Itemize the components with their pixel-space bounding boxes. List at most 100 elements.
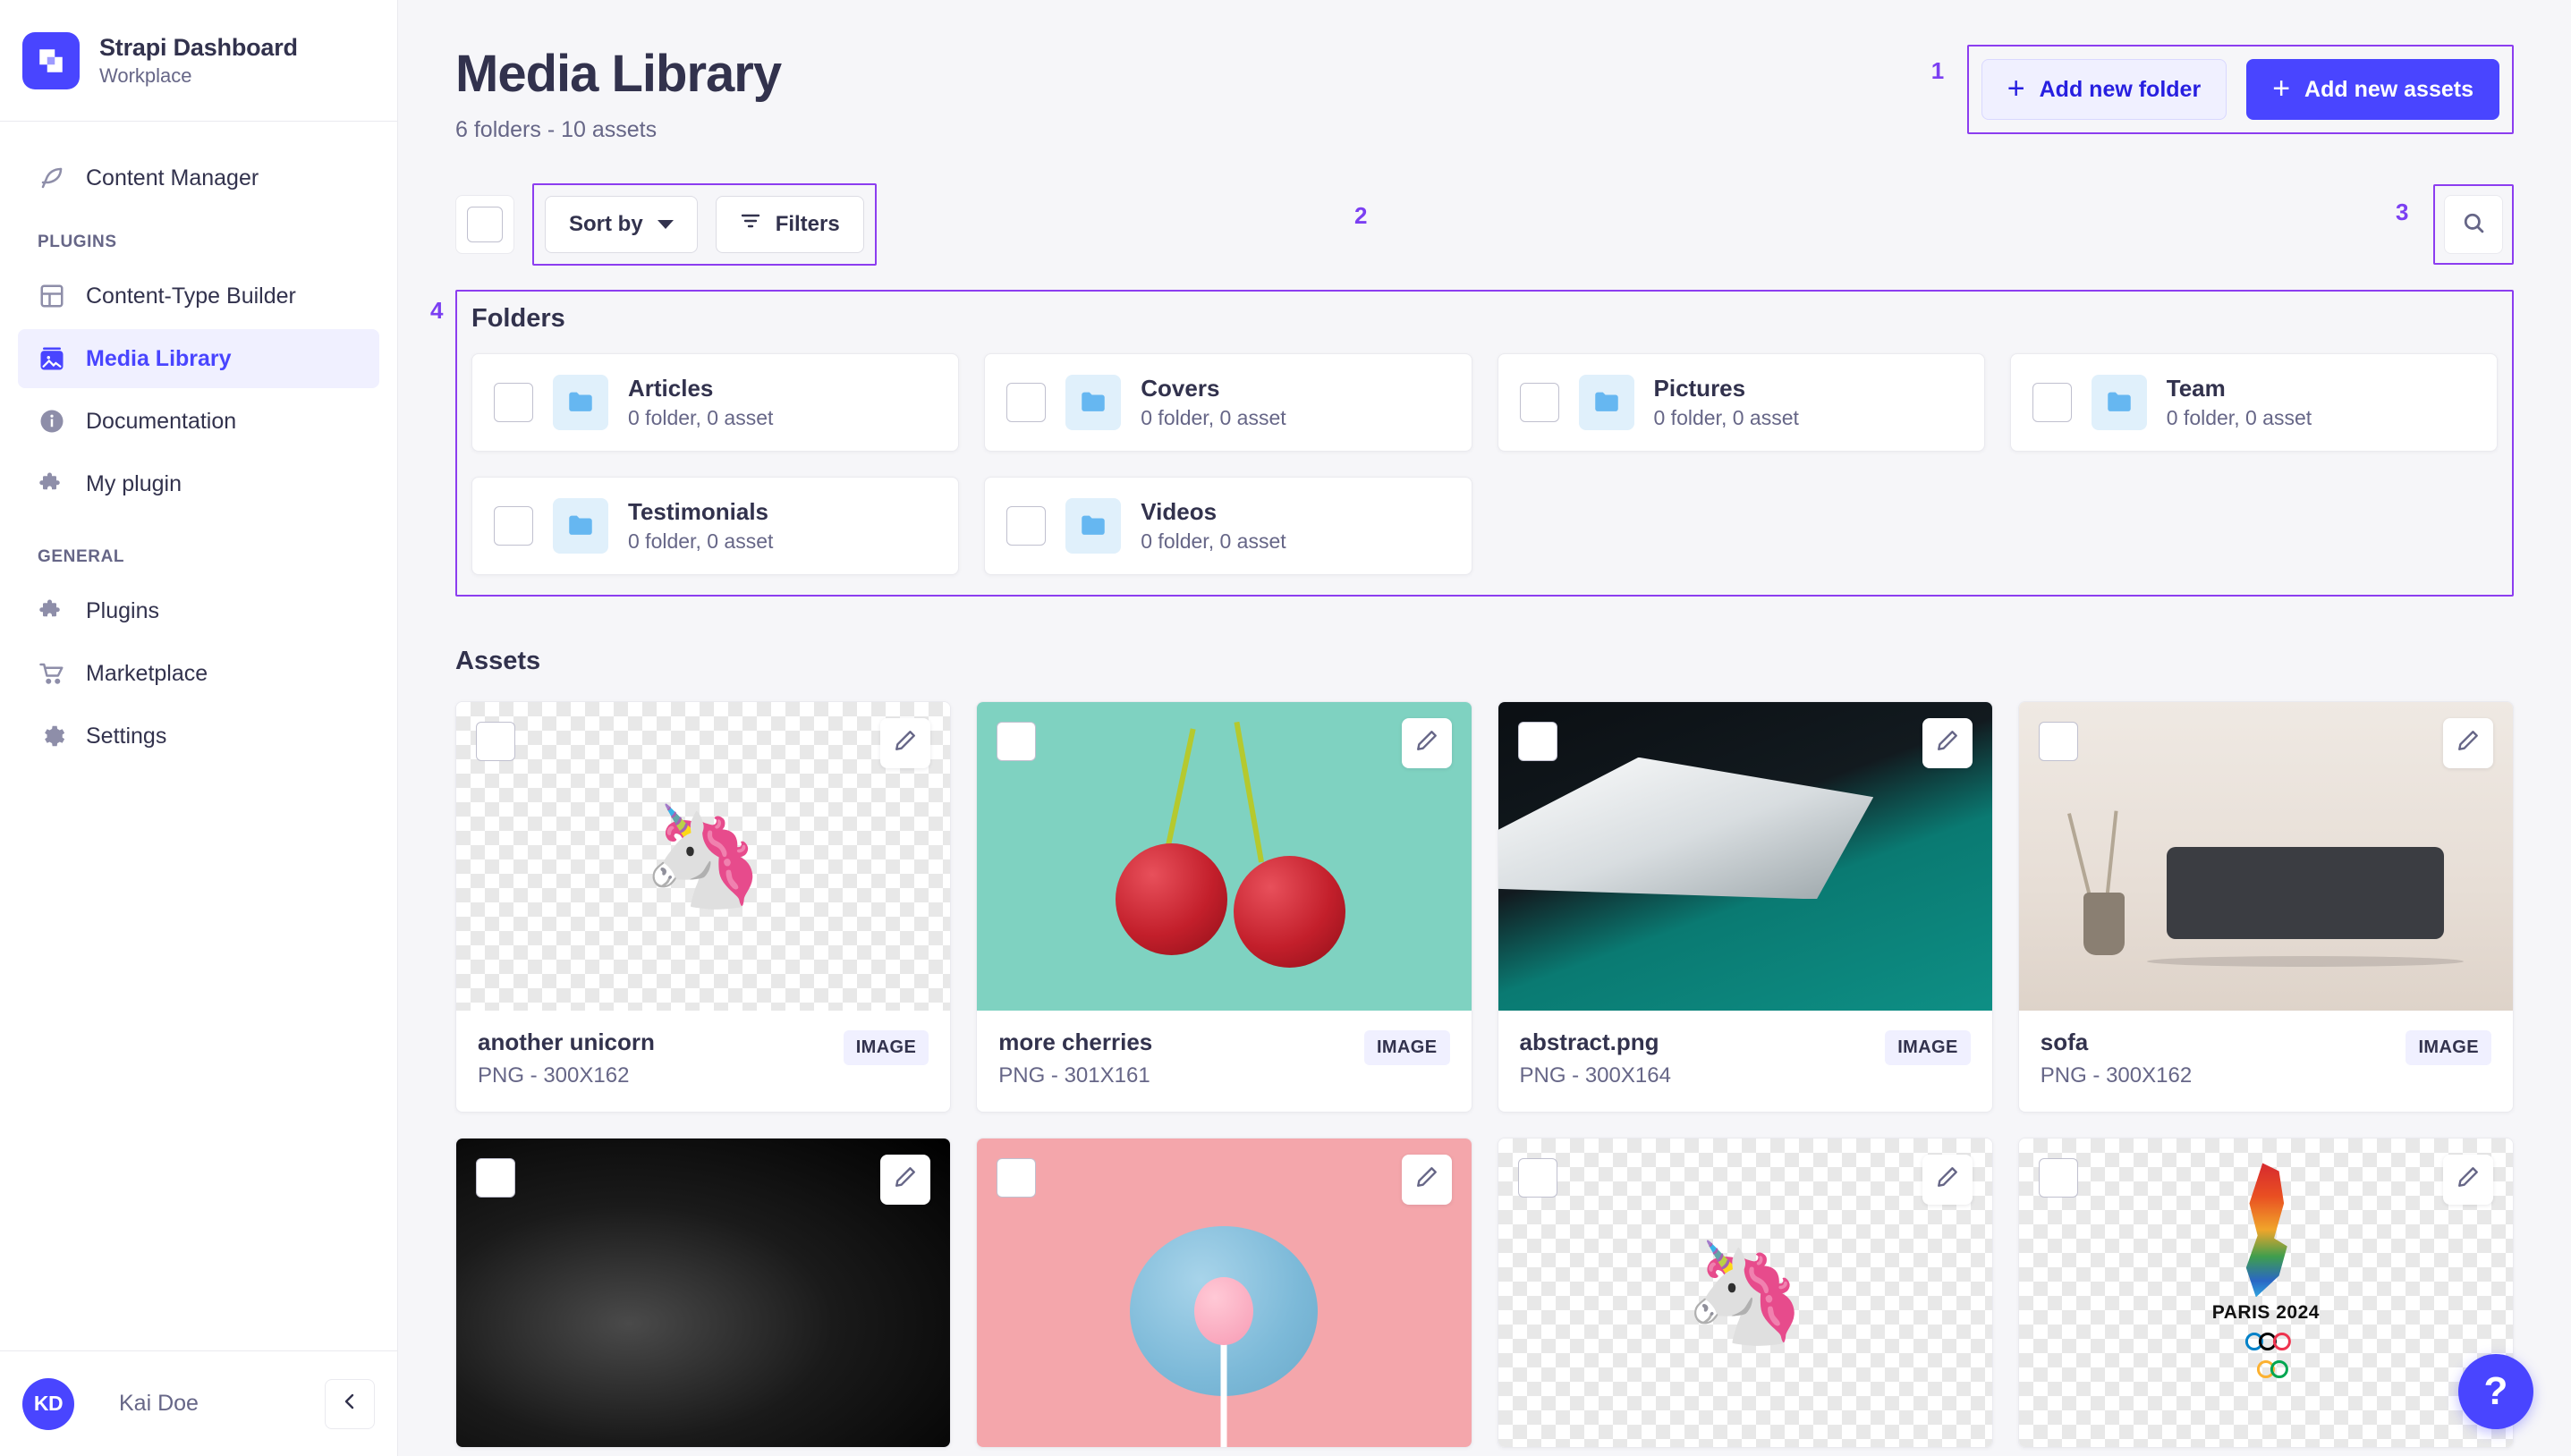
add-new-folder-label: Add new folder [2039, 76, 2202, 102]
sidebar-section-plugins: PLUGINS [38, 233, 117, 251]
asset-meta: PNG - 300X162 [2040, 1062, 2193, 1088]
asset-checkbox[interactable] [476, 721, 515, 761]
pencil-icon [894, 1165, 917, 1193]
sidebar-footer: KD Kai Doe [0, 1350, 397, 1456]
folder-name: Pictures [1653, 374, 1746, 402]
sidebar-item-label: My plugin [86, 470, 182, 496]
asset-type-badge: IMAGE [1885, 1029, 1971, 1065]
folders-section: 4 Folders Articles 0 folder, 0 asset Cov… [430, 289, 2514, 597]
folder-checkbox[interactable] [494, 505, 533, 546]
sidebar-item-my-plugin[interactable]: My plugin [18, 454, 379, 513]
sidebar-item-marketplace[interactable]: Marketplace [18, 644, 379, 703]
asset-checkbox[interactable] [997, 1157, 1037, 1198]
folder-checkbox[interactable] [494, 382, 533, 422]
sort-by-button[interactable]: Sort by [545, 195, 698, 253]
pencil-icon [1936, 729, 1959, 757]
asset-edit-button[interactable] [880, 1154, 931, 1205]
sidebar-item-label: Content-Type Builder [86, 283, 296, 309]
asset-name: sofa [2040, 1028, 2089, 1055]
brand-title: Strapi Dashboard [99, 33, 298, 61]
pencil-icon [1415, 1165, 1438, 1193]
sidebar-item-content-manager[interactable]: Content Manager [18, 148, 379, 207]
sidebar-item-settings[interactable]: Settings [18, 707, 379, 766]
folder-checkbox[interactable] [1519, 382, 1559, 422]
asset-checkbox[interactable] [476, 1157, 515, 1198]
asset-checkbox[interactable] [2038, 721, 2078, 761]
sidebar-item-media-library[interactable]: Media Library [18, 329, 379, 388]
sidebar-item-label: Plugins [86, 597, 159, 623]
help-button[interactable]: ? [2458, 1354, 2533, 1429]
asset-edit-button[interactable] [1401, 717, 1452, 768]
filters-label: Filters [775, 211, 840, 236]
brand-subtitle: Workplace [99, 63, 192, 87]
header-actions: + Add new folder + Add new assets [1966, 45, 2514, 134]
folders-grid: Articles 0 folder, 0 asset Covers 0 fold… [471, 352, 2498, 575]
select-all-checkbox[interactable] [467, 206, 503, 242]
asset-checkbox[interactable] [997, 721, 1037, 761]
folder-card[interactable]: Videos 0 folder, 0 asset [984, 476, 1472, 575]
shopping-cart-icon [38, 659, 66, 688]
asset-edit-button[interactable] [2443, 1154, 2493, 1205]
folder-icon [553, 374, 608, 430]
folder-card[interactable]: Pictures 0 folder, 0 asset [1497, 352, 1985, 452]
asset-type-badge: IMAGE [2406, 1029, 2491, 1065]
header-actions-region: 1 + Add new folder + Add new assets [1931, 45, 2514, 134]
search-button[interactable] [2444, 194, 2503, 254]
asset-type-badge: IMAGE [1363, 1029, 1450, 1065]
folder-checkbox[interactable] [2032, 382, 2072, 422]
assets-section: Assets 🦄 another unicorn PNG - 300X162 I… [455, 647, 2514, 1448]
sidebar: Strapi Dashboard Workplace Content Manag… [0, 0, 398, 1456]
asset-thumbnail: 🦄 [1498, 1138, 1992, 1447]
asset-meta: PNG - 300X162 [478, 1062, 630, 1088]
asset-checkbox[interactable] [1517, 1157, 1557, 1198]
asset-card[interactable]: PARIS 2024 [2017, 1137, 2514, 1448]
folder-name: Videos [1141, 497, 1218, 525]
asset-edit-button[interactable] [1922, 717, 1973, 768]
add-new-assets-button[interactable]: + Add new assets [2246, 59, 2499, 120]
unicorn-icon: 🦄 [641, 800, 765, 911]
sidebar-item-documentation[interactable]: Documentation [18, 392, 379, 451]
filters-button[interactable]: Filters [715, 195, 864, 253]
asset-card[interactable]: abstract.png PNG - 300X164 IMAGE [1497, 700, 1993, 1113]
toolbar-filters-group: Sort by Filters [532, 182, 877, 266]
folder-card[interactable]: Covers 0 folder, 0 asset [984, 352, 1472, 452]
asset-name: another unicorn [478, 1028, 655, 1055]
brand-header[interactable]: Strapi Dashboard Workplace [0, 0, 397, 122]
folder-card[interactable]: Articles 0 folder, 0 asset [471, 352, 960, 452]
sidebar-item-label: Settings [86, 723, 167, 749]
asset-edit-button[interactable] [880, 717, 931, 768]
add-new-folder-button[interactable]: + Add new folder [1981, 59, 2227, 120]
asset-card[interactable]: sofa PNG - 300X162 IMAGE [2017, 700, 2514, 1113]
folder-name: Covers [1141, 374, 1220, 402]
annotation-marker-1: 1 [1930, 57, 1945, 84]
asset-card[interactable] [976, 1137, 1472, 1448]
asset-card[interactable]: more cherries PNG - 301X161 IMAGE [976, 700, 1472, 1113]
assets-grid: 🦄 another unicorn PNG - 300X162 IMAGE mo… [455, 700, 2514, 1448]
toolbar-right: 3 [2396, 183, 2514, 265]
sidebar-item-content-type-builder[interactable]: Content-Type Builder [18, 267, 379, 326]
asset-card[interactable]: 🦄 another unicorn PNG - 300X162 IMAGE [455, 700, 952, 1113]
chevron-down-icon [657, 219, 674, 229]
asset-edit-button[interactable] [1401, 1154, 1452, 1205]
asset-checkbox[interactable] [2038, 1157, 2078, 1198]
asset-info: more cherries PNG - 301X161 IMAGE [977, 1011, 1471, 1112]
strapi-logo-icon [22, 31, 80, 89]
asset-edit-button[interactable] [2443, 717, 2493, 768]
folder-checkbox[interactable] [1006, 382, 1047, 422]
annotation-marker-3: 3 [2396, 198, 2409, 225]
folder-card[interactable]: Testimonials 0 folder, 0 asset [471, 476, 960, 575]
avatar[interactable]: KD [22, 1377, 74, 1430]
gear-icon [38, 722, 66, 750]
asset-card[interactable]: 🦄 [1497, 1137, 1993, 1448]
asset-checkbox[interactable] [1517, 721, 1557, 761]
asset-thumbnail [2018, 701, 2513, 1011]
search-region [2433, 183, 2514, 265]
folder-checkbox[interactable] [1006, 505, 1047, 546]
sidebar-item-label: Marketplace [86, 660, 208, 686]
sidebar-collapse-button[interactable] [325, 1378, 375, 1429]
sidebar-item-plugins[interactable]: Plugins [18, 581, 379, 640]
folder-card[interactable]: Team 0 folder, 0 asset [2009, 352, 2498, 452]
asset-edit-button[interactable] [1922, 1154, 1973, 1205]
asset-meta: PNG - 301X161 [998, 1062, 1150, 1088]
asset-card[interactable] [455, 1137, 952, 1448]
